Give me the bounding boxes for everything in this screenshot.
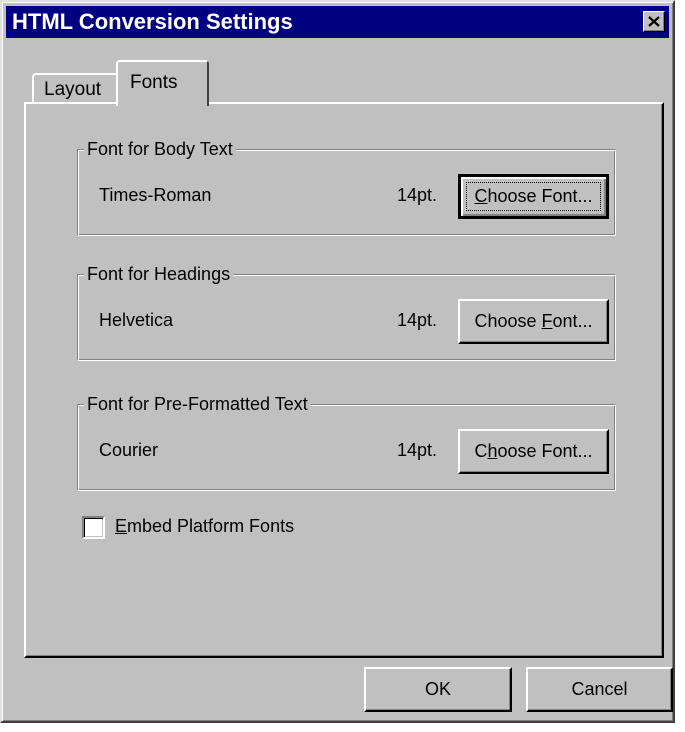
preformatted-font-group: Font for Pre-Formatted Text Courier 14pt… bbox=[77, 392, 616, 491]
preformatted-font-size: 14pt. bbox=[397, 440, 438, 460]
ok-button-label: OK bbox=[424, 679, 451, 699]
tab-layout-label: Layout bbox=[44, 79, 102, 100]
choose-headings-font-label: Choose Font... bbox=[474, 311, 593, 331]
tab-layout[interactable]: Layout bbox=[32, 73, 120, 103]
headings-group-legend: Font for Headings bbox=[84, 262, 234, 286]
title-bar[interactable]: HTML Conversion Settings bbox=[6, 6, 669, 38]
body-text-font-group: Font for Body Text Times-Roman 14pt. Cho… bbox=[77, 137, 616, 236]
preformatted-group-legend: Font for Pre-Formatted Text bbox=[84, 392, 311, 416]
body-text-group-legend: Font for Body Text bbox=[84, 137, 236, 161]
window-title: HTML Conversion Settings bbox=[12, 9, 293, 34]
body-text-font-size: 14pt. bbox=[397, 185, 438, 205]
html-conversion-settings-dialog: HTML Conversion Settings Layout Fonts Fo… bbox=[0, 0, 675, 723]
close-button[interactable] bbox=[643, 11, 665, 32]
cancel-button-label: Cancel bbox=[571, 679, 628, 699]
tab-fonts-label: Fonts bbox=[130, 72, 178, 93]
headings-font-group: Font for Headings Helvetica 14pt. Choose… bbox=[77, 262, 616, 361]
body-text-font-name: Times-Roman bbox=[99, 185, 212, 205]
tab-fonts[interactable]: Fonts bbox=[116, 60, 209, 106]
cancel-button[interactable]: Cancel bbox=[526, 667, 673, 712]
choose-headings-font-button[interactable]: Choose Font... bbox=[458, 299, 609, 344]
headings-font-size: 14pt. bbox=[397, 310, 438, 330]
choose-body-font-label: Choose Font... bbox=[474, 186, 593, 206]
choose-preformatted-font-label: Choose Font... bbox=[474, 441, 593, 461]
embed-platform-fonts-label[interactable]: Embed Platform Fonts bbox=[115, 516, 294, 537]
choose-body-font-button[interactable]: Choose Font... bbox=[458, 174, 609, 219]
close-icon bbox=[648, 16, 660, 27]
embed-platform-fonts-checkbox[interactable] bbox=[82, 516, 105, 539]
ok-button[interactable]: OK bbox=[364, 667, 512, 712]
headings-font-name: Helvetica bbox=[99, 310, 174, 330]
preformatted-font-name: Courier bbox=[99, 440, 159, 460]
choose-preformatted-font-button[interactable]: Choose Font... bbox=[458, 429, 609, 474]
